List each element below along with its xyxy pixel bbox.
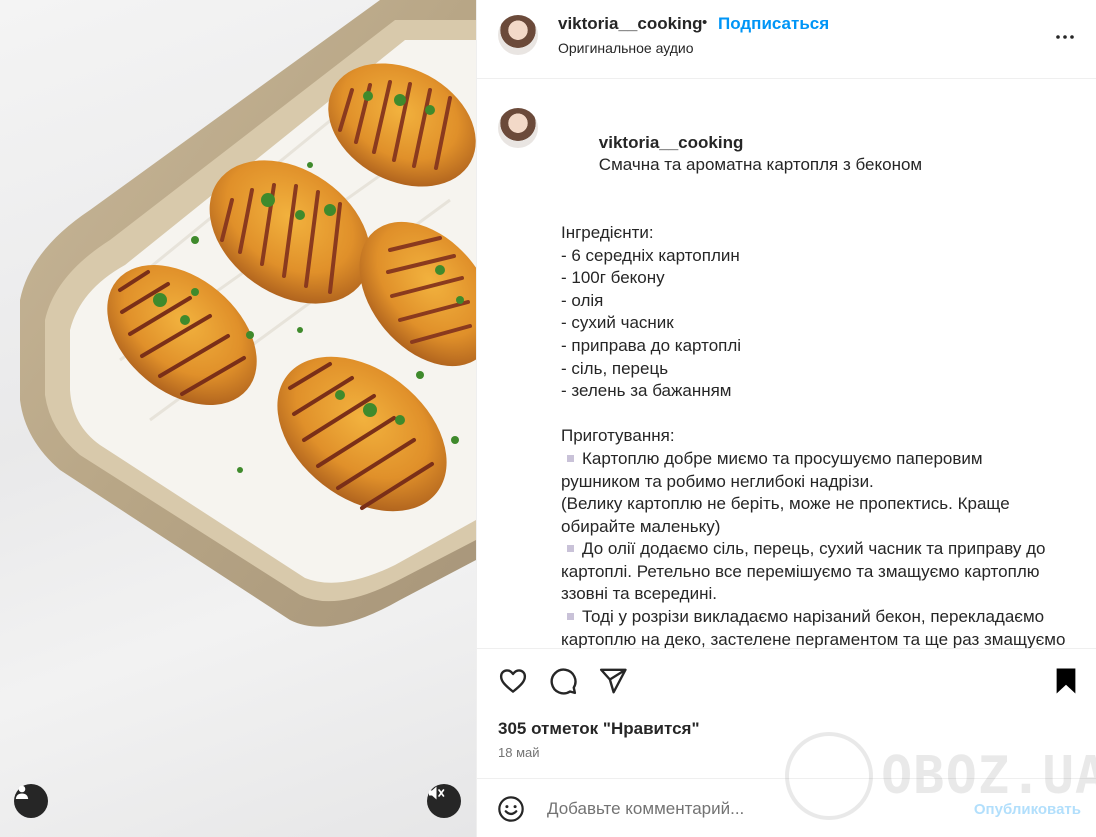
caption-line: рушником та робимо неглибокі надрізи. [561,471,874,491]
separator-dot: • [702,14,708,31]
follow-button[interactable]: Подписаться [718,14,829,34]
bullet-icon [567,613,574,621]
author-username[interactable]: viktoria__cooking [558,14,703,34]
user-icon [15,785,29,799]
caption-area: viktoria__cooking Смачна та ароматна кар… [477,80,1096,648]
post-header: viktoria__cooking • Подписаться Оригинал… [477,0,1096,79]
caption-lines: Інгредієнти: - 6 середніх картоплин - 100г… [561,222,1071,648]
caption-line: - сухий часник [561,313,674,333]
caption-line: Інгредієнти: [561,222,654,242]
caption-line: ззовні та всередині. [561,584,717,604]
bookmark-icon[interactable] [1051,666,1081,696]
caption-line: - 6 середніх картоплин [561,245,740,265]
caption-bullet-text: Картоплю добре миємо та просушуємо папер… [582,448,983,468]
bullet-icon [567,545,574,553]
speaker-muted-icon [429,786,445,800]
caption-line: До олії додаємо сіль, перець, сухий часн… [561,538,1071,561]
caption-line: картоплі. Ретельно все перемішуємо та зм… [561,561,1040,581]
caption-line: Тоді у розрізи викладаємо нарізаний беко… [561,606,1071,629]
caption-text: viktoria__cooking Смачна та ароматна кар… [561,109,1071,648]
user-tag-button[interactable] [14,784,48,818]
caption-avatar[interactable] [498,108,538,148]
food-photo [20,0,476,627]
mute-button[interactable] [427,784,461,818]
avatar[interactable] [498,15,538,55]
caption-title: Смачна та ароматна картопля з беконом [598,155,923,175]
likes-count[interactable]: 305 отметок "Нравится" [498,719,700,739]
caption-line: обирайте маленьку) [561,516,721,536]
caption-line: - 100г бекону [561,268,665,288]
caption-username[interactable]: viktoria__cooking [599,133,744,152]
caption-line: Приготування: [561,426,675,446]
caption-first-line: viktoria__cooking Смачна та ароматна кар… [561,109,1071,199]
caption-line [561,403,1071,426]
caption-line: Картоплю добре миємо та просушуємо папер… [561,448,1071,471]
emoji-face-icon[interactable] [497,795,525,823]
comment-input[interactable] [547,797,947,821]
paper-plane-icon[interactable] [598,666,628,696]
post-date[interactable]: 18 май [498,745,540,760]
audio-label[interactable]: Оригинальное аудио [558,40,694,56]
comment-bubble-icon[interactable] [548,666,578,696]
bullet-icon [567,454,574,462]
post-media[interactable] [0,0,476,837]
comment-bar: Опубликовать [477,778,1096,837]
caption-line: - сіль, перець [561,358,669,378]
caption-bullet-text: Тоді у розрізи викладаємо нарізаний беко… [582,607,1045,627]
caption-line: - приправа до картоплі [561,335,742,355]
post-details-panel: viktoria__cooking • Подписаться Оригинал… [476,0,1096,837]
heart-icon[interactable] [498,666,528,696]
more-horizontal-icon[interactable] [1053,25,1077,49]
action-bar: 305 отметок "Нравится" 18 май [477,648,1096,778]
caption-line: - зелень за бажанням [561,381,732,401]
caption-line: - олія [561,290,604,310]
publish-button[interactable]: Опубликовать [974,801,1081,818]
caption-bullet-text: До олії додаємо сіль, перець, сухий часн… [582,539,1046,559]
caption-line: картоплю на деко, застелене пергаментом … [561,629,1066,648]
caption-line: (Велику картоплю не беріть, може не проп… [561,494,1010,514]
